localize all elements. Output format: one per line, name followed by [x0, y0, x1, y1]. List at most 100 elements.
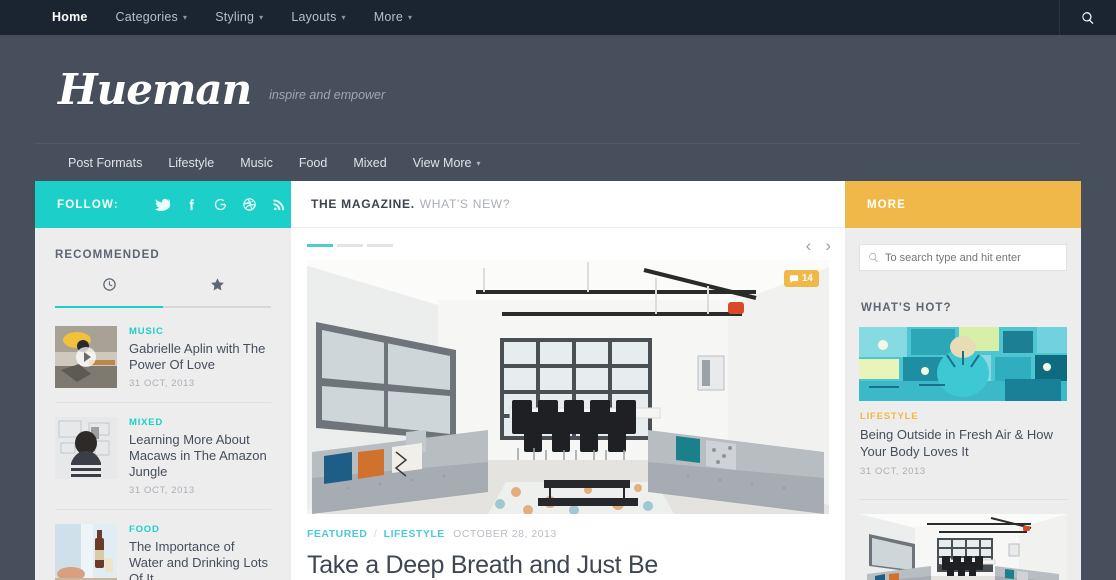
primary-nav-item-styling[interactable]: Styling ▾ [201, 0, 277, 35]
hero-meta: FEATURED / LIFESTYLE OCTOBER 28, 2013 [291, 514, 845, 540]
active-tab-underline [55, 306, 163, 308]
secondary-nav-item-post-formats[interactable]: Post Formats [55, 156, 155, 170]
more-bar[interactable]: MORE [845, 181, 1081, 228]
post-category[interactable]: LIFESTYLE [860, 411, 1067, 422]
chevron-down-icon: ▾ [341, 13, 346, 22]
person-back-photo [55, 417, 117, 479]
twitter-icon[interactable] [154, 197, 170, 212]
list-item[interactable]: LIFESTYLE Being Outside in Fresh Air & H… [859, 327, 1067, 491]
site-tagline: inspire and empower [269, 88, 386, 102]
list-item-body: MIXED Learning More About Macaws in The … [129, 417, 271, 496]
post-title[interactable]: Being Outside in Fresh Air & How Your Bo… [860, 426, 1067, 460]
clock-icon [102, 278, 116, 291]
next-slide-button[interactable]: › [825, 237, 831, 254]
primary-nav-label: Categories [115, 10, 178, 24]
slider-dot[interactable] [367, 244, 393, 247]
secondary-nav-item-lifestyle[interactable]: Lifestyle [155, 156, 227, 170]
recommended-list: MUSIC Gabrielle Aplin with The Power Of … [55, 308, 271, 580]
top-bar: Home Categories ▾ Styling ▾ Layouts ▾ More ▾ [0, 0, 1116, 35]
main-content: THE MAGAZINE. WHAT'S NEW? ‹ › 14 FEATURE… [291, 181, 845, 580]
primary-nav-label: Layouts [291, 10, 337, 24]
site-logo[interactable]: Hueman [58, 65, 252, 114]
thumbnail [55, 326, 117, 388]
star-icon [210, 278, 224, 291]
post-date: 31 OCT, 2013 [860, 466, 926, 477]
secondary-nav-label: View More [412, 155, 472, 170]
widget-title: RECOMMENDED [55, 249, 160, 261]
secondary-nav-item-food[interactable]: Food [286, 156, 341, 170]
chevron-down-icon: ▾ [182, 13, 188, 22]
comment-count-badge[interactable]: 14 [783, 270, 819, 287]
loft-interior-photo [859, 514, 1067, 580]
post-date: 31 OCT, 2013 [129, 485, 195, 496]
search-icon [869, 252, 878, 263]
divider [859, 499, 1067, 500]
content-shell: FOLLOW: RECOMMENDED MUSIC Gabrielle Apli… [35, 181, 1081, 580]
secondary-nav-item-view-more[interactable]: View More ▾ [400, 156, 494, 170]
hero-title[interactable]: Take a Deep Breath and Just Be [291, 540, 845, 580]
hero-date: OCTOBER 28, 2013 [453, 528, 557, 540]
recommended-widget: RECOMMENDED MUSIC Gabrielle Aplin with T… [35, 228, 291, 580]
chevron-down-icon: ▾ [476, 158, 481, 168]
featured-label[interactable]: FEATURED [307, 528, 367, 540]
tab-recent[interactable] [55, 273, 163, 306]
rss-icon[interactable] [271, 197, 286, 212]
google-icon[interactable] [213, 197, 228, 212]
comment-icon [789, 274, 799, 283]
chevron-down-icon: ▾ [259, 13, 264, 22]
primary-nav-item-categories[interactable]: Categories ▾ [102, 0, 202, 35]
slider-dot[interactable] [307, 244, 333, 247]
right-sidebar: MORE WHAT'S HOT? [845, 181, 1081, 580]
list-item[interactable] [859, 514, 1067, 580]
primary-nav-label: More [373, 10, 404, 24]
search-box[interactable] [859, 244, 1067, 271]
slider-controls: ‹ › [291, 228, 845, 260]
facebook-icon[interactable] [184, 197, 199, 212]
slider-dot[interactable] [337, 244, 363, 247]
post-date: 31 OCT, 2013 [129, 378, 195, 389]
list-item[interactable]: MIXED Learning More About Macaws in The … [55, 403, 271, 510]
thumbnail [55, 524, 117, 580]
thumbnail [55, 417, 117, 479]
search-input[interactable] [885, 251, 1058, 264]
secondary-nav-label: Post Formats [68, 155, 143, 170]
dribbble-icon[interactable] [242, 197, 257, 212]
secondary-nav-item-mixed[interactable]: Mixed [340, 156, 399, 170]
post-category[interactable]: MIXED [129, 417, 271, 428]
site-header: Hueman inspire and empower [0, 35, 1116, 143]
secondary-nav-item-music[interactable]: Music [227, 156, 286, 170]
primary-nav-item-layouts[interactable]: Layouts ▾ [277, 0, 359, 35]
prev-slide-button[interactable]: ‹ [806, 237, 812, 254]
hero-slide[interactable]: 14 [307, 260, 829, 514]
comment-count: 14 [801, 273, 813, 284]
primary-nav-label: Styling [215, 10, 255, 24]
primary-nav-item-home[interactable]: Home [38, 0, 102, 35]
list-item[interactable]: FOOD The Importance of Water and Drinkin… [55, 510, 271, 580]
list-item[interactable]: MUSIC Gabrielle Aplin with The Power Of … [55, 312, 271, 403]
graffiti-wall-photo [859, 327, 1067, 401]
play-icon [76, 347, 96, 367]
post-title[interactable]: The Importance of Water and Drinking Lot… [129, 539, 271, 580]
post-title[interactable]: Gabrielle Aplin with The Power Of Love [129, 341, 271, 373]
secondary-nav-label: Lifestyle [168, 155, 215, 170]
left-sidebar: FOLLOW: RECOMMENDED MUSIC Gabrielle Apli… [35, 181, 291, 580]
water-pouring-photo [55, 524, 117, 580]
follow-label: FOLLOW: [57, 198, 119, 211]
thumbnail [859, 327, 1067, 401]
right-sidebar-panel: WHAT'S HOT? [845, 228, 1081, 580]
post-category[interactable]: MUSIC [129, 326, 271, 337]
post-title[interactable]: Learning More About Macaws in The Amazon… [129, 432, 271, 480]
list-item-body: MUSIC Gabrielle Aplin with The Power Of … [129, 326, 271, 389]
search-icon [1082, 11, 1094, 24]
social-icons [154, 197, 286, 212]
slider-pagination [307, 244, 393, 247]
post-category[interactable]: FOOD [129, 524, 271, 535]
thumbnail [859, 514, 1067, 580]
tab-popular[interactable] [163, 273, 271, 306]
more-label: MORE [867, 198, 906, 211]
list-item-body: FOOD The Importance of Water and Drinkin… [129, 524, 271, 580]
slider-arrows: ‹ › [806, 237, 831, 254]
hero-category[interactable]: LIFESTYLE [384, 528, 445, 540]
search-toggle-button[interactable] [1059, 0, 1116, 35]
primary-nav-item-more[interactable]: More ▾ [360, 0, 427, 35]
